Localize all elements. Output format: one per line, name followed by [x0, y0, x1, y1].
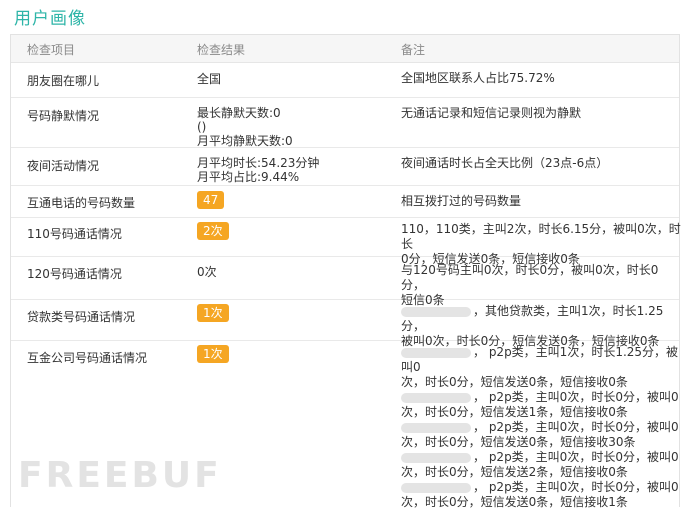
row-value: 全国 [197, 72, 222, 86]
row-label: 互通电话的号码数量 [27, 196, 136, 210]
redacted-number [401, 306, 471, 317]
header-result: 检查结果 [197, 43, 246, 57]
row-value: 1次 [197, 304, 229, 322]
table-row: 夜间活动情况 月平均时长:54.23分钟 月平均占比:9.44% 夜间通话时长占… [11, 148, 679, 186]
row-label: 互金公司号码通话情况 [27, 351, 148, 365]
row-value: 47 [197, 191, 225, 209]
header-note: 备注 [401, 43, 426, 57]
table-row: 120号码通话情况 0次 与120号码主叫0次，时长0分，被叫0次，时长0分， … [11, 257, 679, 307]
row-value: 1次 [197, 345, 229, 363]
count-badge: 1次 [197, 304, 229, 322]
row-value: 最长静默天数:0 () 月平均静默天数:0 [197, 106, 293, 148]
table-row: 互通电话的号码数量 47 相互拨打过的号码数量 [11, 186, 679, 218]
row-label: 夜间活动情况 [27, 159, 100, 173]
row-label: 朋友圈在哪儿 [27, 74, 100, 88]
redacted-number [401, 452, 471, 463]
row-value: 0次 [197, 265, 217, 279]
redacted-number [401, 392, 471, 403]
redacted-number [401, 347, 471, 358]
table-header: 检查项目 检查结果 备注 [11, 35, 679, 63]
row-label: 120号码通话情况 [27, 267, 122, 281]
row-note: ， p2p类，主叫1次，时长1.25分，被叫0 次，时长0分，短信发送0条，短信… [401, 345, 679, 509]
redacted-number [401, 422, 471, 433]
count-badge: 47 [197, 191, 225, 209]
redacted-number [401, 482, 471, 493]
header-item: 检查项目 [27, 43, 76, 57]
row-label: 110号码通话情况 [27, 227, 122, 241]
table-row: 号码静默情况 最长静默天数:0 () 月平均静默天数:0 无通话记录和短信记录则… [11, 98, 679, 148]
count-badge: 2次 [197, 222, 229, 240]
row-note: 夜间通话时长占全天比例（23点-6点） [401, 156, 609, 170]
row-label: 号码静默情况 [27, 109, 100, 123]
count-badge: 1次 [197, 345, 229, 363]
row-note: 相互拨打过的号码数量 [401, 194, 522, 208]
row-note: 全国地区联系人占比75.72% [401, 71, 555, 85]
table-row: 贷款类号码通话情况 1次 ，其他贷款类，主叫1次，时长1.25分， 被叫0次，时… [11, 300, 679, 348]
user-profile-table: 检查项目 检查结果 备注 朋友圈在哪儿 全国 全国地区联系人占比75.72% 号… [10, 34, 681, 509]
table-row: 110号码通话情况 2次 110，110类，主叫2次，时长6.15分，被叫0次，… [11, 218, 681, 266]
page-title: 用户画像 [14, 9, 86, 29]
row-note: 无通话记录和短信记录则视为静默 [401, 106, 582, 120]
table-row: 朋友圈在哪儿 全国 全国地区联系人占比75.72% [11, 63, 679, 98]
row-value: 月平均时长:54.23分钟 月平均占比:9.44% [197, 156, 320, 184]
row-value: 2次 [197, 222, 229, 240]
watermark-logo: FREEBUF [18, 455, 222, 496]
row-label: 贷款类号码通话情况 [27, 310, 136, 324]
